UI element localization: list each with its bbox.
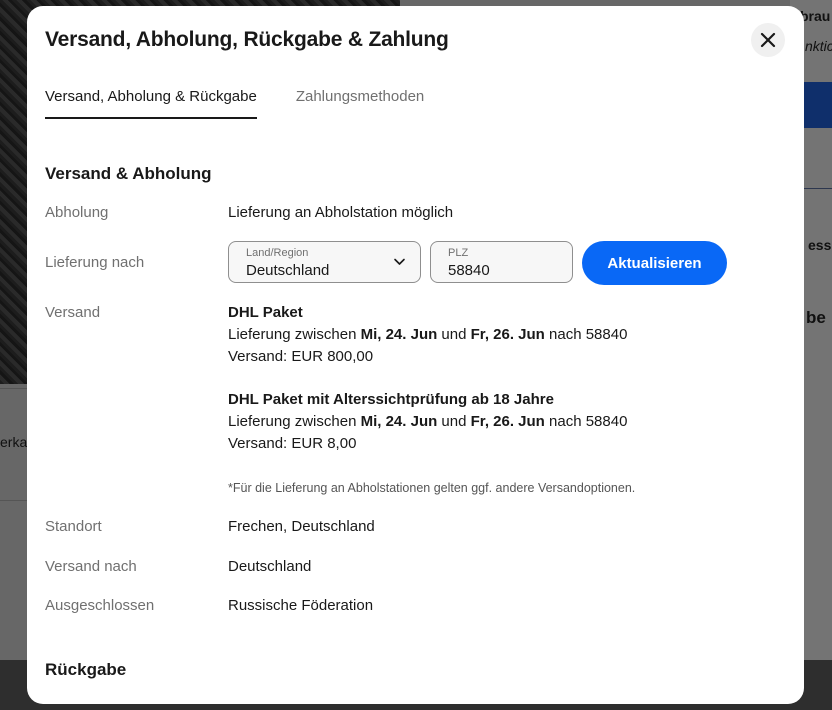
shipping-option-cost: Versand: EUR 800,00 — [228, 348, 374, 365]
tab-payment-methods[interactable]: Zahlungsmethoden — [296, 88, 424, 119]
zip-code-input[interactable]: PLZ 58840 — [430, 241, 573, 283]
ships-to-value: Deutschland — [228, 558, 312, 575]
excluded-value: Russische Föderation — [228, 597, 374, 614]
pickup-station-note: *Für die Lieferung an Abholstationen gel… — [228, 481, 636, 495]
dialog-title: Versand, Abholung, Rückgabe & Zahlung — [45, 28, 449, 51]
close-button[interactable] — [751, 23, 785, 57]
location-value: Frechen, Deutschland — [228, 518, 375, 535]
tab-shipping-pickup-returns[interactable]: Versand, Abholung & Rückgabe — [45, 88, 257, 119]
zip-code-value: 58840 — [448, 262, 490, 279]
shipping-option-delivery: Lieferung zwischen Mi, 24. Jun und Fr, 2… — [228, 326, 628, 343]
chevron-down-icon — [394, 258, 405, 265]
shipping-option-name: DHL Paket mit Alterssichtprüfung ab 18 J… — [228, 391, 554, 408]
shipping-dialog: Versand, Abholung, Rückgabe & Zahlung Ve… — [27, 6, 804, 704]
excluded-label: Ausgeschlossen — [45, 597, 155, 614]
country-select-value: Deutschland — [246, 262, 330, 279]
section-title-returns: Rückgabe — [45, 660, 127, 679]
tab-bar: Versand, Abholung & Rückgabe Zahlungsmet… — [45, 88, 463, 119]
country-select[interactable]: Land/Region Deutschland — [228, 241, 421, 283]
shipping-option: DHL Paket Lieferung zwischen Mi, 24. Jun… — [228, 302, 627, 368]
delivery-to-label: Lieferung nach — [45, 254, 145, 271]
shipping-option-name: DHL Paket — [228, 304, 303, 321]
shipping-option: DHL Paket mit Alterssichtprüfung ab 18 J… — [228, 389, 627, 455]
pickup-label: Abholung — [45, 204, 109, 221]
update-button[interactable]: Aktualisieren — [582, 241, 727, 285]
location-label: Standort — [45, 518, 102, 535]
shipping-option-delivery: Lieferung zwischen Mi, 24. Jun und Fr, 2… — [228, 413, 628, 430]
ships-to-label: Versand nach — [45, 558, 137, 575]
shipping-option-cost: Versand: EUR 8,00 — [228, 435, 357, 452]
shipping-label: Versand — [45, 304, 101, 321]
zip-code-label: PLZ — [448, 247, 469, 259]
country-select-label: Land/Region — [246, 247, 309, 259]
section-title-shipping: Versand & Abholung — [45, 164, 212, 183]
close-icon — [760, 32, 776, 48]
pickup-value: Lieferung an Abholstation möglich — [228, 204, 454, 221]
